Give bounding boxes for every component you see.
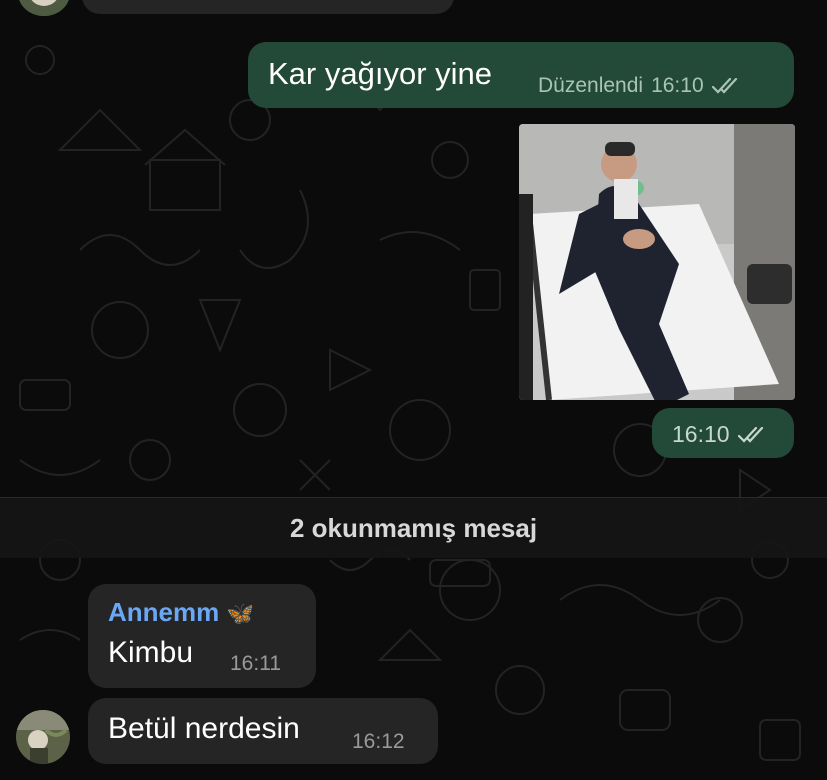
photo-time: 16:10 xyxy=(672,421,730,447)
sender-name-text: Annemm xyxy=(108,597,220,627)
incoming-message-bubble[interactable]: Annemm 🦋 Kimbu 16:11 xyxy=(88,584,316,688)
message-text: Kar yağıyor yine xyxy=(268,56,492,91)
edited-label: Düzenlendi xyxy=(538,74,644,97)
outgoing-photo[interactable] xyxy=(519,124,795,400)
photo-hospital-bed xyxy=(519,124,795,400)
outgoing-message-bubble[interactable]: Kar yağıyor yine Düzenlendi 16:10 xyxy=(248,42,794,108)
message-text: Betül nerdesin xyxy=(108,712,300,745)
incoming-bubble-top-partial xyxy=(82,0,454,14)
incoming-message-bubble[interactable]: Betül nerdesin 16:12 xyxy=(88,698,438,764)
sender-name: Annemm 🦋 xyxy=(108,597,254,628)
message-time: 16:10 xyxy=(651,74,704,97)
avatar-image xyxy=(16,710,70,764)
message-text: Kimbu xyxy=(108,636,194,669)
double-check-icon xyxy=(711,78,737,94)
message-time: 16:12 xyxy=(352,730,405,753)
unread-messages-divider: 2 okunmamış mesaj xyxy=(0,497,827,558)
double-check-icon xyxy=(737,426,763,443)
unread-count-label: 2 okunmamış mesaj xyxy=(289,512,538,543)
photo-timestamp-bubble: 16:10 xyxy=(652,408,794,458)
photo-meta: 16:10 xyxy=(672,421,766,448)
message-meta: Düzenlendi 16:10 xyxy=(538,74,740,98)
message-time: 16:11 xyxy=(230,652,281,675)
butterfly-icon: 🦋 xyxy=(226,601,254,626)
contact-avatar[interactable] xyxy=(16,710,70,764)
